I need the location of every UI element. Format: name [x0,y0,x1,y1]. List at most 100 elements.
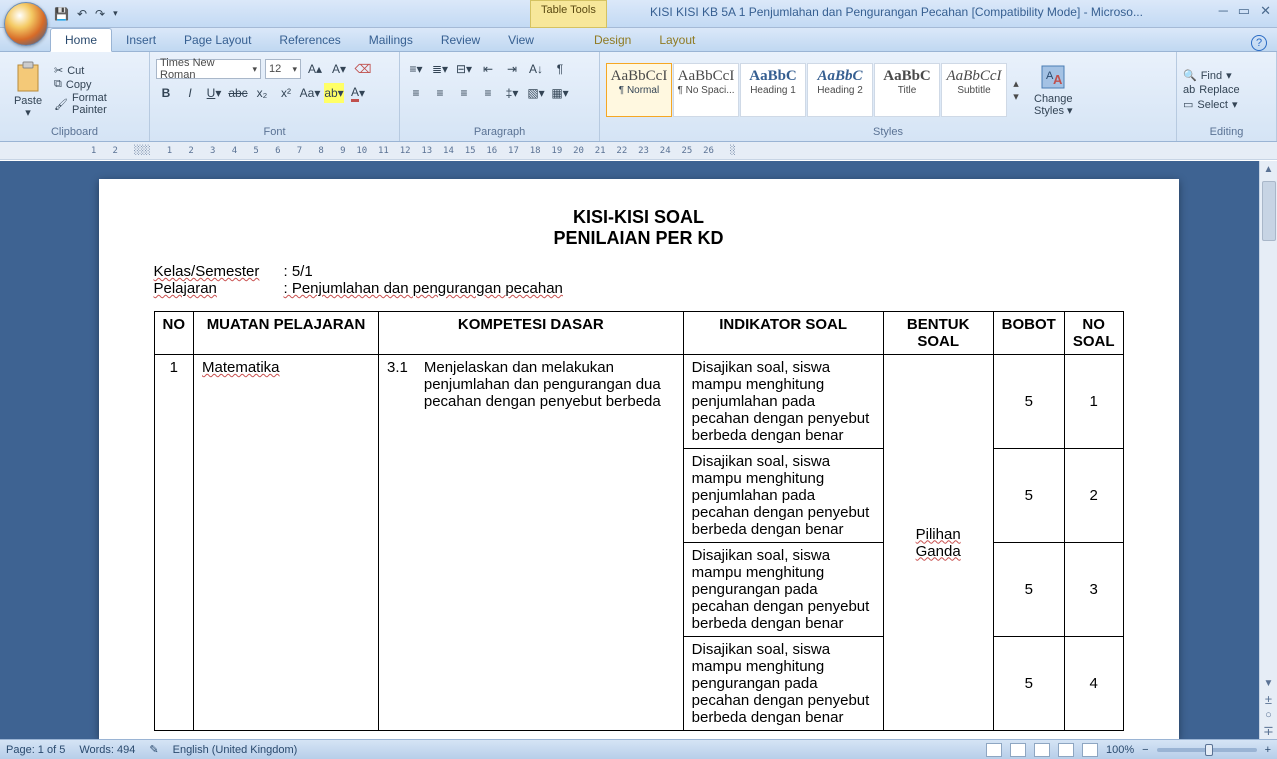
align-left-button[interactable]: ≡ [406,83,426,103]
full-screen-view-button[interactable] [1010,743,1026,757]
cut-button[interactable]: ✂ Cut [54,64,143,77]
inc-indent-button[interactable]: ⇥ [502,59,522,79]
numbering-button[interactable]: ≣▾ [430,59,450,79]
highlight-button[interactable]: ab▾ [324,83,344,103]
shrink-font-button[interactable]: A▾ [329,59,349,79]
zoom-slider[interactable] [1157,748,1257,752]
tab-insert[interactable]: Insert [112,29,170,51]
styles-more-button[interactable]: ▴▾ [1008,77,1024,103]
meta-value: : 5/1 [284,263,313,280]
underline-button[interactable]: U▾ [204,83,224,103]
bold-button[interactable]: B [156,83,176,103]
sort-button[interactable]: A↓ [526,59,546,79]
paste-button[interactable]: Paste ▾ [6,59,50,121]
bullets-button[interactable]: ≡▾ [406,59,426,79]
ruler-ticks: 1 2 ░░░ 1 2 3 4 5 6 7 8 9 10 11 12 13 14… [80,146,736,156]
multilevel-button[interactable]: ⊟▾ [454,59,474,79]
replace-button[interactable]: abReplace [1183,84,1240,96]
find-button[interactable]: 🔍Find ▾ [1183,69,1232,82]
style-title[interactable]: AaBbCTitle [874,63,940,117]
help-button[interactable]: ? [1251,35,1267,51]
tab-review[interactable]: Review [427,29,494,51]
tab-mailings[interactable]: Mailings [355,29,427,51]
zoom-slider-thumb[interactable] [1205,744,1213,756]
restore-button[interactable]: ▭ [1238,3,1250,19]
line-spacing-button[interactable]: ‡▾ [502,83,522,103]
find-icon: 🔍 [1183,69,1197,82]
superscript-button[interactable]: x² [276,83,296,103]
cell-no-soal: 4 [1064,637,1123,731]
horizontal-ruler[interactable]: 1 2 ░░░ 1 2 3 4 5 6 7 8 9 10 11 12 13 14… [0,142,1277,160]
dec-indent-button[interactable]: ⇤ [478,59,498,79]
scroll-down-icon[interactable]: ▼ [1260,675,1277,691]
meta-key: Pelajaran [154,280,284,297]
align-center-button[interactable]: ≡ [430,83,450,103]
grow-font-button[interactable]: A▴ [305,59,325,79]
find-label: Find [1201,70,1222,82]
select-button[interactable]: ▭Select ▾ [1183,98,1238,111]
change-case-button[interactable]: Aa▾ [300,83,320,103]
tab-design[interactable]: Design [580,29,645,51]
outline-view-button[interactable] [1058,743,1074,757]
minimize-button[interactable]: ─ [1219,3,1228,19]
style-normal[interactable]: AaBbCcI¶ Normal [606,63,672,117]
style-no-spacing[interactable]: AaBbCcI¶ No Spaci... [673,63,739,117]
font-size-select[interactable]: 12▾ [265,59,301,79]
justify-button[interactable]: ≡ [478,83,498,103]
style-subtitle[interactable]: AaBbCcISubtitle [941,63,1007,117]
format-painter-button[interactable]: 🖌 Format Painter [54,92,143,116]
qat-more-icon[interactable]: ▾ [113,8,118,19]
editing-group-label: Editing [1183,125,1270,139]
close-button[interactable]: ✕ [1260,3,1271,19]
style-heading2[interactable]: AaBbCHeading 2 [807,63,873,117]
zoom-in-button[interactable]: + [1265,744,1271,756]
proofing-icon[interactable]: ✎ [149,743,158,756]
zoom-out-button[interactable]: − [1142,744,1148,756]
status-page[interactable]: Page: 1 of 5 [6,744,65,756]
draft-view-button[interactable] [1082,743,1098,757]
tab-references[interactable]: References [265,29,354,51]
align-right-button[interactable]: ≡ [454,83,474,103]
prev-page-icon[interactable]: ± [1260,691,1277,707]
save-icon[interactable]: 💾 [54,7,69,21]
tab-page-layout[interactable]: Page Layout [170,29,265,51]
cell-kd-no: 3.1 [379,355,416,731]
subscript-button[interactable]: x₂ [252,83,272,103]
show-marks-button[interactable]: ¶ [550,59,570,79]
web-layout-view-button[interactable] [1034,743,1050,757]
status-words[interactable]: Words: 494 [79,744,135,756]
redo-icon[interactable]: ↷ [95,7,105,21]
style-heading1[interactable]: AaBbCHeading 1 [740,63,806,117]
font-color-button[interactable]: A▾ [348,83,368,103]
zoom-level[interactable]: 100% [1106,744,1134,756]
change-styles-icon: AA [1039,63,1067,91]
undo-icon[interactable]: ↶ [77,7,87,21]
cell-bobot: 5 [993,637,1064,731]
office-button[interactable] [4,2,48,46]
tab-layout[interactable]: Layout [645,29,709,51]
scroll-thumb[interactable] [1262,181,1276,241]
ribbon: Paste ▾ ✂ Cut ⧉ Copy 🖌 Format Painter Cl… [0,52,1277,142]
style-prev: AaBbC [875,68,939,85]
status-language[interactable]: English (United Kingdom) [173,744,298,756]
cell-no-soal: 3 [1064,543,1123,637]
tab-home[interactable]: Home [50,28,112,52]
doc-table[interactable]: NO MUATAN PELAJARAN KOMPETESI DASAR INDI… [154,311,1124,731]
strike-button[interactable]: abc [228,83,248,103]
quick-access-toolbar: 💾 ↶ ↷ ▾ [54,7,118,21]
copy-button[interactable]: ⧉ Copy [54,78,143,91]
print-layout-view-button[interactable] [986,743,1002,757]
italic-button[interactable]: I [180,83,200,103]
browse-object-icon[interactable]: ○ [1260,707,1277,723]
table-row: 1 Matematika 3.1 Menjelaskan dan melakuk… [154,355,1123,449]
font-name-select[interactable]: Times New Roman▾ [156,59,261,79]
tab-view[interactable]: View [494,29,548,51]
next-page-icon[interactable]: ∓ [1260,723,1277,739]
font-group-label: Font [156,125,393,139]
vertical-scrollbar[interactable]: ▲ ▼ ± ○ ∓ [1259,161,1277,739]
change-styles-button[interactable]: AA Change Styles ▾ [1030,61,1077,119]
scroll-up-icon[interactable]: ▲ [1260,161,1277,177]
shading-button[interactable]: ▧▾ [526,83,546,103]
clear-format-button[interactable]: ⌫ [353,59,373,79]
borders-button[interactable]: ▦▾ [550,83,570,103]
